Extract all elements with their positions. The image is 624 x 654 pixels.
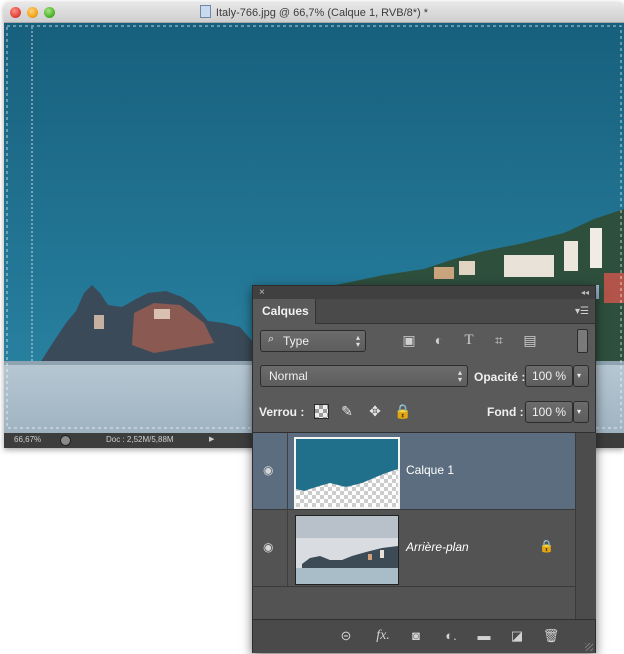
new-layer-icon[interactable]: ◪ [507, 627, 527, 645]
layer-row-calque-1[interactable]: ◉ Calque 1 [253, 433, 575, 510]
opacity-label: Opacité : [474, 370, 526, 384]
mask-icon[interactable]: ◙ [406, 627, 426, 645]
blend-mode-value: Normal [269, 369, 308, 383]
blend-mode-select[interactable]: Normal ▴ ▾ [260, 365, 468, 387]
status-menu-button[interactable] [60, 435, 71, 446]
panel-bottom-bar: ⊝ fx. ◙ ◐. ▬ ◪ 🗑 [253, 619, 595, 653]
resize-grip[interactable] [585, 643, 593, 651]
filter-kind-select[interactable]: ⌕ Type ▴ ▾ [260, 330, 366, 352]
type-filter-icon[interactable]: T [460, 331, 478, 349]
window-titlebar[interactable]: Italy-766.jpg @ 66,7% (Calque 1, RVB/8*)… [4, 2, 624, 23]
layer-row-arriere-plan[interactable]: ◉ Arrière-plan 🔒 [253, 510, 575, 587]
fill-slider-button[interactable]: ▾ [573, 401, 589, 423]
chevron-down-icon: ▾ [577, 407, 582, 416]
document-icon [199, 5, 211, 18]
eye-icon: ◉ [263, 540, 274, 554]
select-arrows-icon: ▴ ▾ [457, 368, 462, 384]
status-arrow-icon[interactable]: ▶ [209, 435, 214, 443]
visibility-toggle[interactable]: ◉ [253, 510, 288, 586]
lock-image-pixels-icon[interactable]: ✎ [337, 401, 357, 421]
visibility-toggle[interactable]: ◉ [253, 433, 288, 509]
window-title: Italy-766.jpg @ 66,7% (Calque 1, RVB/8*)… [215, 7, 429, 19]
lock-transparent-pixels-icon[interactable] [311, 401, 331, 421]
panel-collapse-icon[interactable]: ◂◂ [581, 286, 589, 299]
layer-thumbnail [294, 437, 400, 509]
panel-close-icon[interactable]: × [259, 286, 265, 299]
chevron-down-icon: ▾ [577, 371, 582, 380]
layer-list: ◉ Calque 1 ◉ Arrière-plan 🔒 [253, 432, 596, 619]
document-size: Doc : 2,52M/5,88M [106, 435, 174, 444]
fill-value: 100 % [532, 405, 567, 419]
eye-icon: ◉ [263, 463, 274, 477]
shape-filter-icon[interactable]: ⌗ [490, 331, 508, 349]
group-folder-icon[interactable]: ▬ [474, 627, 494, 645]
panel-tab-bar: Calques ▾☰ [253, 299, 595, 324]
lock-position-icon[interactable]: ✥ [365, 401, 385, 421]
layer-lock-icon[interactable]: 🔒 [539, 539, 554, 553]
lock-all-icon[interactable]: 🔒 [393, 401, 413, 421]
filter-toggle-switch[interactable] [577, 329, 588, 353]
opacity-value: 100 % [532, 369, 567, 383]
window-title-wrap: Italy-766.jpg @ 66,7% (Calque 1, RVB/8*)… [4, 5, 624, 19]
filter-kind-label: Type [283, 334, 310, 348]
tab-layers[interactable]: Calques [253, 299, 316, 324]
thumbnail-image [296, 439, 398, 507]
thumbnail-image [296, 516, 398, 584]
image-filter-icon[interactable]: ▣ [400, 331, 418, 349]
opacity-slider-button[interactable]: ▾ [573, 365, 589, 387]
adjustment-filter-icon[interactable]: ◐ [430, 331, 448, 349]
fill-input[interactable]: 100 % [525, 401, 573, 423]
fill-label: Fond : [487, 405, 524, 419]
smart-object-filter-icon[interactable]: ▤ [521, 331, 539, 349]
opacity-input[interactable]: 100 % [525, 365, 573, 387]
zoom-level[interactable]: 66,67% [14, 435, 41, 444]
link-icon[interactable]: ⊝ [336, 627, 356, 645]
panel-menu-icon[interactable]: ▾☰ [575, 306, 589, 317]
trash-icon[interactable]: 🗑 [541, 627, 561, 645]
adjustment-icon[interactable]: ◐. [441, 627, 461, 645]
search-icon: ⌕ [268, 333, 275, 345]
select-arrows-icon: ▴ ▾ [355, 333, 360, 349]
layer-name[interactable]: Arrière-plan [406, 540, 469, 554]
lock-label: Verrou : [259, 405, 305, 419]
panel-header[interactable]: × ◂◂ [253, 286, 595, 299]
layer-thumbnail [295, 515, 399, 585]
layer-name[interactable]: Calque 1 [406, 463, 454, 477]
fx-icon[interactable]: fx. [373, 627, 393, 645]
layer-list-scrollbar[interactable] [575, 433, 596, 619]
layers-panel: × ◂◂ Calques ▾☰ ⌕ Type ▴ ▾ ▣ ◐ T ⌗ ▤ Norm… [252, 285, 596, 653]
